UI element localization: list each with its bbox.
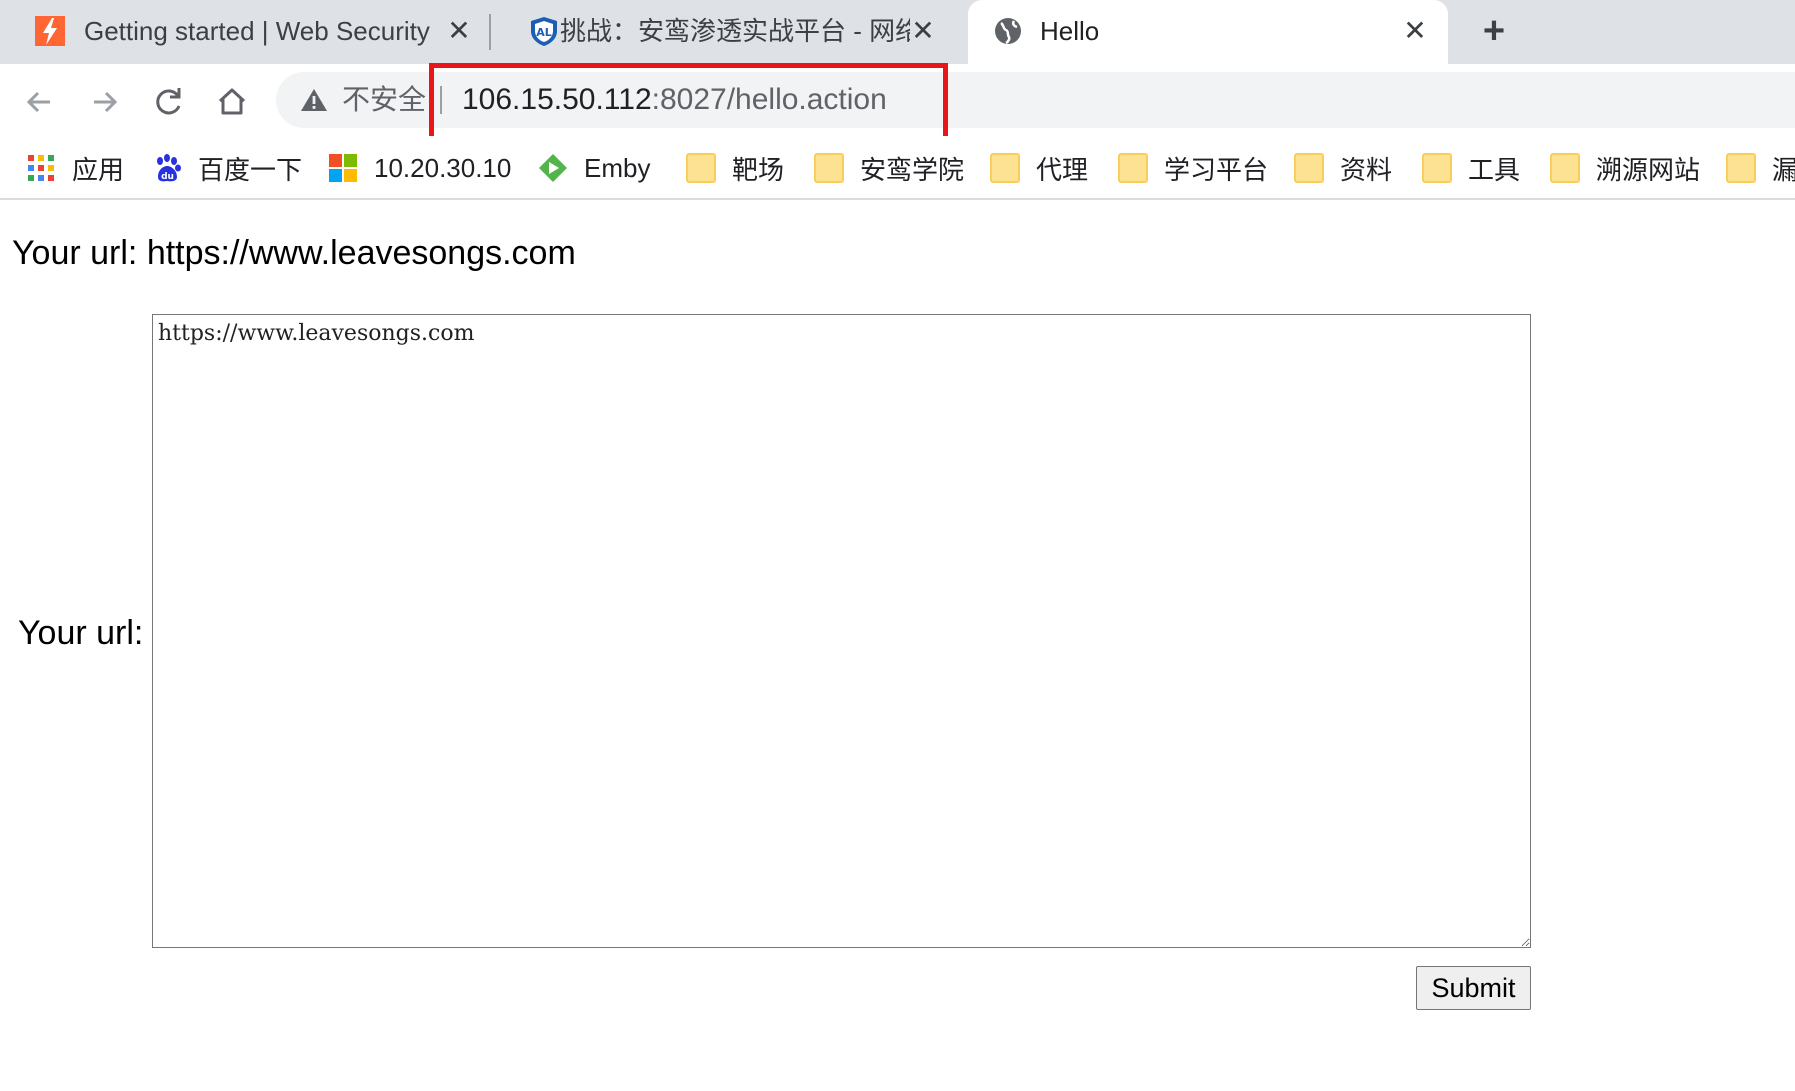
svg-text:du: du xyxy=(161,172,174,182)
bookmark-emby[interactable]: Emby xyxy=(538,146,650,190)
tab-title: Getting started | Web Security xyxy=(84,16,430,46)
bookmark-label: 靶场 xyxy=(732,154,785,185)
reload-icon[interactable] xyxy=(148,82,188,122)
folder-icon xyxy=(1118,153,1148,183)
warning-triangle-icon[interactable] xyxy=(300,87,328,113)
folder-icon xyxy=(990,153,1020,183)
shield-icon: AL xyxy=(531,17,557,46)
close-icon[interactable]: ✕ xyxy=(1400,16,1430,46)
url-textarea[interactable]: https://www.leavesongs.com xyxy=(152,314,1531,948)
tab-hello[interactable]: Hello ✕ xyxy=(968,0,1448,64)
bookmark-folder-academy[interactable]: 安鸾学院 xyxy=(814,146,964,190)
bookmark-baidu[interactable]: du 百度一下 xyxy=(152,146,302,190)
bookmark-label: 应用 xyxy=(72,154,125,185)
tab-anluan-challenge[interactable]: AL 挑战：安鸾渗透实战平台 - 网络安 ✕ xyxy=(494,0,938,64)
url-text[interactable]: 106.15.50.112:8027/hello.action xyxy=(462,81,887,119)
security-status-label[interactable]: 不安全 xyxy=(342,82,426,118)
bookmark-label: 资料 xyxy=(1340,154,1393,185)
bookmark-folder-vuln[interactable]: 漏 xyxy=(1726,146,1795,190)
bookmark-label: 漏 xyxy=(1772,154,1795,185)
url-host: 106.15.50.112 xyxy=(462,83,652,116)
windows-logo-icon xyxy=(329,154,357,182)
folder-icon xyxy=(814,153,844,183)
emby-play-icon xyxy=(539,154,567,182)
browser-toolbar: 不安全 106.15.50.112:8027/hello.action xyxy=(0,64,1795,136)
home-icon[interactable] xyxy=(212,82,252,122)
page-content: Your url: https://www.leavesongs.com You… xyxy=(0,202,1795,1091)
new-tab-button[interactable]: + xyxy=(1474,12,1514,52)
tab-title: 挑战：安鸾渗透实战平台 - 网络安 xyxy=(560,16,910,46)
folder-icon xyxy=(1422,153,1452,183)
bookmark-label: Emby xyxy=(584,152,651,183)
arrow-left-icon[interactable] xyxy=(20,82,60,122)
bookmark-label: 代理 xyxy=(1036,154,1089,185)
svg-text:AL: AL xyxy=(536,26,552,39)
bookmark-folder-proxy[interactable]: 代理 xyxy=(990,146,1088,190)
bookmark-folder-learning[interactable]: 学习平台 xyxy=(1118,146,1268,190)
baidu-paw-icon: du xyxy=(157,154,181,182)
bookmark-folder-materials[interactable]: 资料 xyxy=(1294,146,1392,190)
bookmark-folder-range[interactable]: 靶场 xyxy=(686,146,784,190)
apps-grid-icon xyxy=(28,155,54,181)
bookmark-label: 安鸾学院 xyxy=(860,154,965,185)
address-bar[interactable]: 不安全 106.15.50.112:8027/hello.action xyxy=(276,72,1795,128)
tab-separator xyxy=(489,14,491,50)
globe-icon xyxy=(995,18,1021,45)
bookmark-label: 10.20.30.10 xyxy=(374,152,512,183)
bookmark-folder-tools[interactable]: 工具 xyxy=(1422,146,1520,190)
tab-web-security[interactable]: Getting started | Web Security ✕ xyxy=(0,0,476,64)
bookmark-label: 学习平台 xyxy=(1164,154,1269,185)
submit-button[interactable]: Submit xyxy=(1416,966,1531,1010)
tab-strip: Getting started | Web Security ✕ AL 挑战：安… xyxy=(0,0,1795,64)
bookmark-folder-trace[interactable]: 溯源网站 xyxy=(1550,146,1700,190)
divider xyxy=(440,86,442,114)
bookmark-10-20-30-10[interactable]: 10.20.30.10 xyxy=(328,146,511,190)
bookmark-label: 溯源网站 xyxy=(1596,154,1701,185)
folder-icon xyxy=(1726,153,1756,183)
bookmark-apps[interactable]: 应用 xyxy=(26,146,124,190)
url-field-label: Your url: xyxy=(18,614,144,652)
bookmark-label: 工具 xyxy=(1468,154,1521,185)
bookmark-label: 百度一下 xyxy=(198,154,303,185)
tab-title: Hello xyxy=(1040,16,1100,46)
bookmarks-bar: 应用 du 百度一下 10.20.30.10 Emby 靶场 安鸾学院 代理 学… xyxy=(0,136,1795,200)
lightning-bolt-icon xyxy=(35,16,65,46)
close-icon[interactable]: ✕ xyxy=(444,16,474,46)
url-path: :8027/hello.action xyxy=(651,83,887,116)
folder-icon xyxy=(1550,153,1580,183)
folder-icon xyxy=(686,153,716,183)
folder-icon xyxy=(1294,153,1324,183)
close-icon[interactable]: ✕ xyxy=(908,16,938,46)
page-heading: Your url: https://www.leavesongs.com xyxy=(12,234,576,272)
arrow-right-icon[interactable] xyxy=(84,82,124,122)
